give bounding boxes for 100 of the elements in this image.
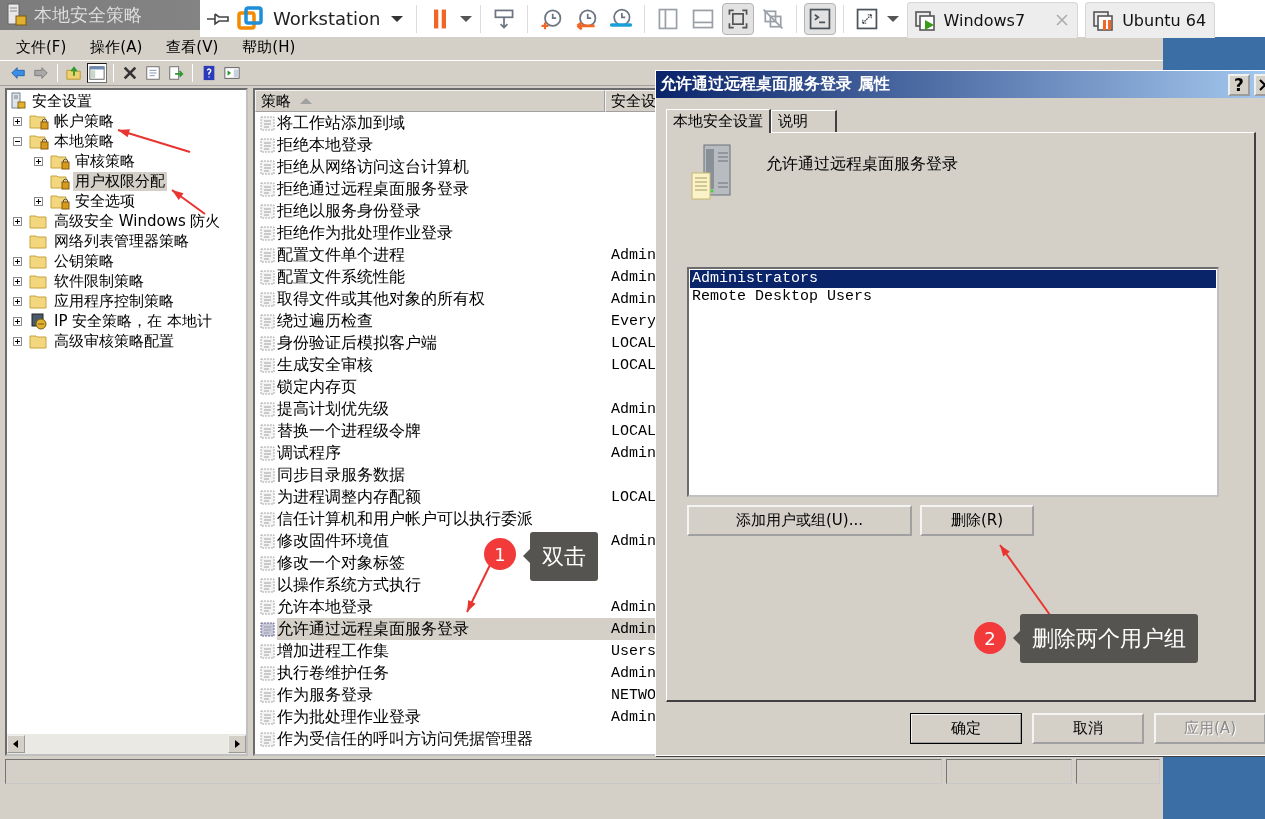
tree-item[interactable]: 审核策略 [73,151,137,171]
policy-name: 为进程调整内存配额 [277,486,421,508]
policy-setting: Every [611,312,656,330]
dialog-tab[interactable]: 说明 [771,110,837,132]
fit-window-icon[interactable] [721,2,754,35]
app-icon [6,3,28,27]
policy-name: 执行卷维护任务 [277,662,389,684]
tree-item[interactable]: 应用程序控制策略 [52,291,176,311]
expand-icon[interactable] [13,336,22,346]
help-button[interactable]: ? [1228,73,1250,96]
expand-icon[interactable] [13,276,22,286]
locked-folder-icon [29,132,49,150]
expand-icon[interactable] [34,156,43,166]
policy-icon [260,643,275,659]
policy-icon [260,357,275,373]
policy-icon [260,269,275,285]
policy-name: 拒绝本地登录 [277,134,373,156]
policy-icon [260,159,275,175]
policy-setting: Users [611,642,656,660]
dialog-tab[interactable]: 本地安全设置 [666,109,771,133]
policy-name: 同步目录服务数据 [277,464,405,486]
column-header[interactable]: 策略 [255,90,605,112]
policy-name: 取得文件或其他对象的所有权 [277,288,485,310]
tree-item[interactable]: 安全设置 [30,91,94,111]
console-icon[interactable] [803,2,836,35]
tree-toggle-icon[interactable] [87,63,107,83]
menu-item[interactable]: 文件(F) [8,37,75,57]
policy-name: 拒绝作为批处理作业登录 [277,222,453,244]
expand-icon[interactable] [13,256,22,266]
folder-icon [29,332,49,350]
policy-setting: LOCAL [611,356,656,374]
policy-icon [260,313,275,329]
policy-name: 增加进程工作集 [277,640,389,662]
policy-setting: Admin [611,444,656,462]
tree-item[interactable]: 用户权限分配 [73,171,167,191]
policy-icon [260,225,275,241]
expand-icon[interactable] [13,316,22,326]
tree-item[interactable]: 安全选项 [73,191,137,211]
dialog-button[interactable]: 确定 [910,713,1022,744]
policy-name: 允许本地登录 [277,596,373,618]
tree-item[interactable]: 帐户策略 [52,111,116,131]
caret-icon [390,14,403,23]
menu-item[interactable]: 操作(A) [82,37,151,57]
policy-icon [260,577,275,593]
scroll-right-icon[interactable] [228,735,246,753]
policy-setting: LOCAL [611,488,656,506]
policy-icon [260,137,275,153]
expand-icon[interactable] [13,116,22,126]
tree-item[interactable]: 高级审核策略配置 [52,331,176,351]
export-list-icon[interactable] [166,63,186,83]
locked-folder-icon [50,172,70,190]
tree-item[interactable]: 本地策略 [52,131,116,151]
expand-icon[interactable] [13,296,22,306]
policy-icon [260,203,275,219]
policy-setting: Admin [611,290,656,308]
caret-icon[interactable] [885,13,900,24]
policy-icon [260,335,275,351]
folder-icon [29,252,49,270]
tree-item[interactable]: IP 安全策略，在 本地计 [52,311,214,331]
scroll-left-icon[interactable] [7,735,25,753]
policy-setting: Admin [611,268,656,286]
policy-icon [260,115,275,131]
menu-item[interactable]: 查看(V) [158,37,227,57]
folder-icon [29,212,49,230]
dialog-button[interactable]: 取消 [1032,713,1144,744]
member-item[interactable]: Remote Desktop Users [690,288,1216,306]
tree-item[interactable]: 公钥策略 [52,251,116,271]
remove-button[interactable]: 删除(R) [920,505,1034,536]
policy-icon [260,709,275,725]
product-menu[interactable]: Workstation [233,5,409,32]
policy-setting: Admin [611,598,656,616]
expand-icon[interactable] [34,196,43,206]
vm-tab[interactable]: Windows7 [906,1,1079,38]
folder-icon [29,272,49,290]
policy-name: 拒绝以服务身份登录 [277,200,421,222]
tree-item[interactable]: 高级安全 Windows 防火 [52,211,223,231]
policy-icon [260,489,275,505]
expand-icon[interactable] [13,216,22,226]
folder-icon [29,292,49,310]
policy-name: 绕过遍历检查 [277,310,373,332]
policy-icon [260,423,275,439]
caret-icon[interactable] [458,13,473,24]
policy-name: 作为服务登录 [277,684,373,706]
policy-name: 配置文件单个进程 [277,244,405,266]
vm-tab[interactable]: Ubuntu 64 [1085,1,1216,38]
collapse-icon[interactable] [13,136,22,146]
menu-item[interactable]: 帮助(H) [234,37,304,57]
tree-item[interactable]: 软件限制策略 [52,271,146,291]
policy-name: 生成安全审核 [277,354,373,376]
policy-icon [260,247,275,263]
member-item[interactable]: Administrators [690,270,1216,288]
policy-name: 锁定内存页 [277,376,357,398]
callout-text: 删除两个用户组 [1020,614,1198,663]
policy-icon [260,445,275,461]
policy-icon [260,731,275,747]
callout-text: 双击 [530,532,598,581]
policy-name: 身份验证后模拟客户端 [277,332,437,354]
tree-item[interactable]: 网络列表管理器策略 [52,231,191,251]
policy-icon [260,687,275,703]
add-button[interactable]: 添加用户或组(U)... [687,505,912,536]
